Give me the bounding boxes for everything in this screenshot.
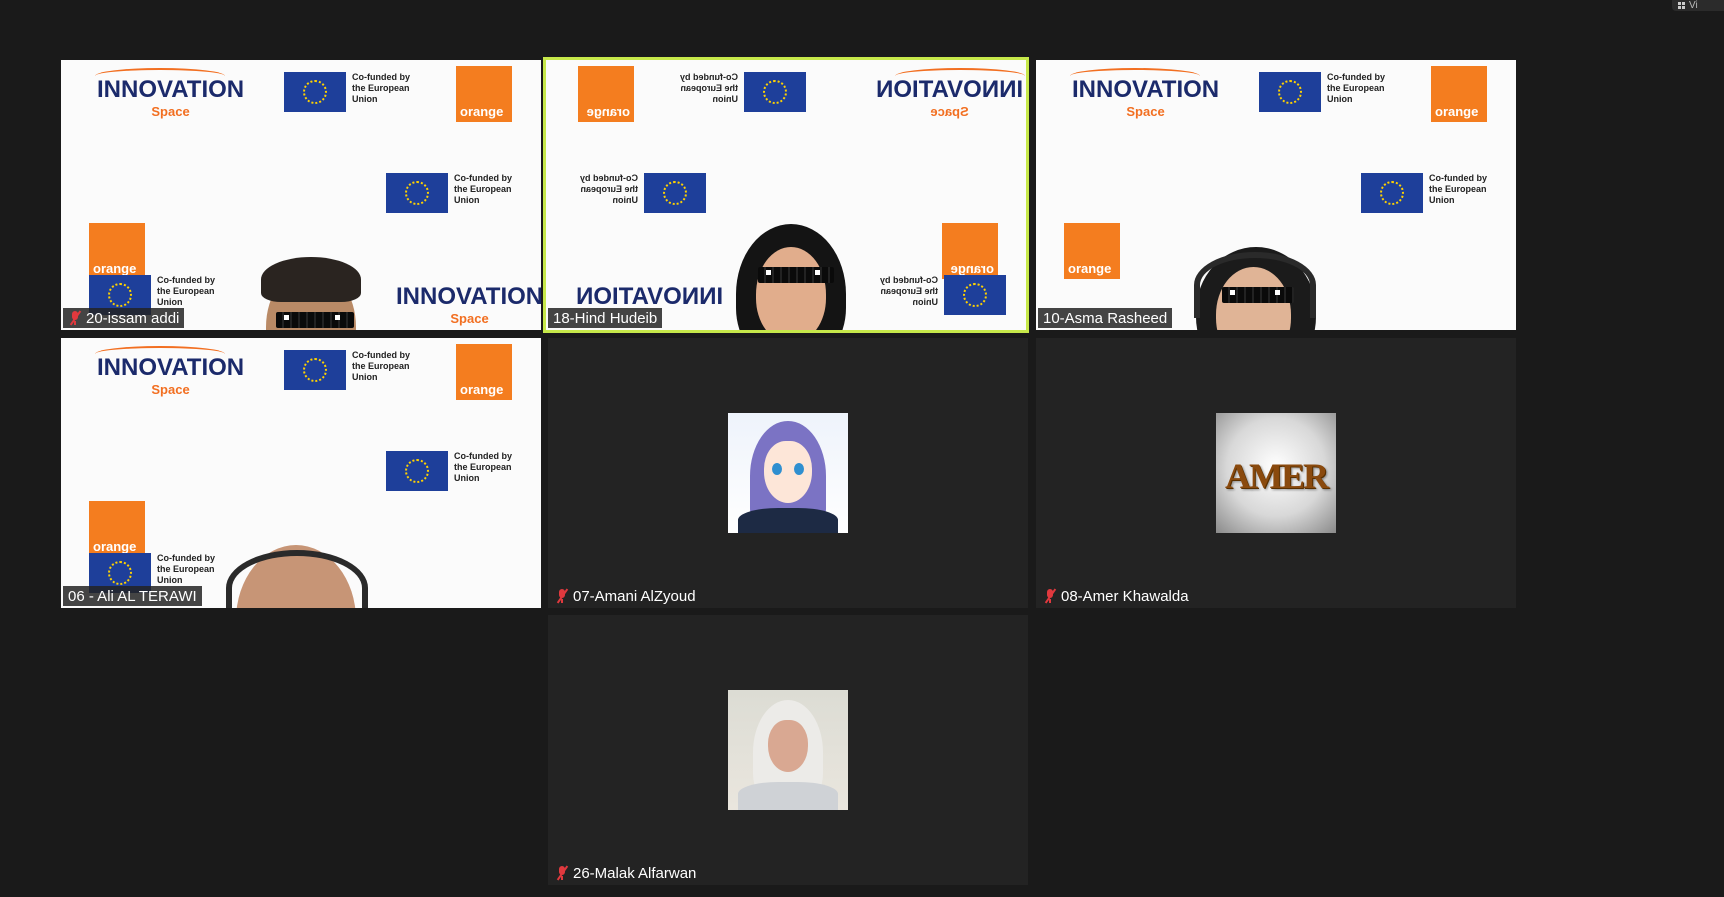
eu-flag-icon [386, 451, 448, 491]
participant-name: 10-Asma Rasheed [1043, 309, 1168, 327]
participant-tile[interactable]: INNOVATION Space Co-funded by the Europe… [61, 60, 541, 330]
eu-flag-icon [1259, 72, 1321, 112]
participant-name-tag: 06 - Ali AL TERAWI [63, 586, 202, 606]
mic-muted-icon [555, 588, 569, 604]
eu-logo: Co-funded by the European Union [576, 173, 706, 213]
participant-name: 06 - Ali AL TERAWI [68, 587, 197, 605]
mic-muted-icon [1043, 588, 1057, 604]
participant-tile[interactable]: INNOVATION Space Co-funded by the Europe… [61, 338, 541, 608]
eu-logo: Co-funded by the European Union [386, 451, 516, 491]
photo-avatar [728, 690, 848, 810]
participant-name-tag: 10-Asma Rasheed [1038, 308, 1173, 328]
participant-name-tag: 20-issam addi [63, 308, 185, 328]
mic-muted-icon [555, 865, 569, 881]
eu-flag-icon [944, 275, 1006, 315]
innovation-logo: INNOVATION Space [396, 283, 541, 327]
eu-flag-icon [1361, 173, 1423, 213]
view-button-label: Vi [1689, 0, 1698, 11]
innovation-logo: INNOVATION Space [876, 68, 1026, 119]
participant-name: 07-Amani AlZyoud [573, 587, 696, 605]
eu-flag-icon [386, 173, 448, 213]
anime-hijab-avatar [728, 413, 848, 533]
participant-name: 18-Hind Hudeib [553, 309, 658, 327]
orange-logo: orange [942, 223, 998, 279]
participant-name-tag: 18-Hind Hudeib [548, 308, 663, 328]
grid-view-icon [1678, 2, 1685, 9]
eu-logo: Co-funded by the European Union [676, 72, 806, 112]
eu-flag-icon [284, 72, 346, 112]
orange-logo: orange [456, 66, 512, 122]
innovation-logo: INNOVATION Space [95, 68, 244, 119]
eu-logo: Co-funded by the European Union [1259, 72, 1389, 112]
eu-flag-icon [744, 72, 806, 112]
participant-tile[interactable]: 26-Malak Alfarwan [548, 615, 1028, 885]
participant-name: 20-issam addi [86, 309, 180, 327]
mic-muted-icon [68, 310, 82, 326]
participant-tile[interactable]: 07-Amani AlZyoud [548, 338, 1028, 608]
innovation-logo: INNOVATION Space [1070, 68, 1219, 119]
participant-name-tag: 08-Amer Khawalda [1038, 586, 1194, 606]
participant-tile-active-speaker[interactable]: INNOVATION Space Co-funded by the Europe… [543, 57, 1029, 333]
innovation-logo: INNOVATION [576, 283, 724, 310]
orange-logo: orange [456, 344, 512, 400]
orange-logo: orange [578, 66, 634, 122]
participant-tile[interactable]: INNOVATION Space Co-funded by the Europe… [1036, 60, 1516, 330]
view-button[interactable]: Vi [1672, 0, 1724, 11]
eu-flag-icon [644, 173, 706, 213]
eu-logo: Co-funded by the European Union [284, 350, 414, 390]
participant-tile[interactable]: AMER 08-Amer Khawalda [1036, 338, 1516, 608]
eu-logo: Co-funded by the European Union [284, 72, 414, 112]
orange-logo: orange [1431, 66, 1487, 122]
eu-logo: Co-funded by the European Union [386, 173, 516, 213]
orange-logo: orange [89, 223, 145, 279]
eu-logo: Co-funded by the European Union [876, 275, 1006, 315]
eu-flag-icon [284, 350, 346, 390]
participant-name: 26-Malak Alfarwan [573, 864, 697, 882]
participant-name-tag: 26-Malak Alfarwan [550, 863, 702, 883]
amer-text-avatar: AMER [1216, 413, 1336, 533]
orange-logo: orange [89, 501, 145, 557]
participant-name: 08-Amer Khawalda [1061, 587, 1189, 605]
eu-logo: Co-funded by the European Union [1361, 173, 1491, 213]
participant-name-tag: 07-Amani AlZyoud [550, 586, 701, 606]
orange-logo: orange [1064, 223, 1120, 279]
innovation-logo: INNOVATION Space [95, 346, 244, 397]
